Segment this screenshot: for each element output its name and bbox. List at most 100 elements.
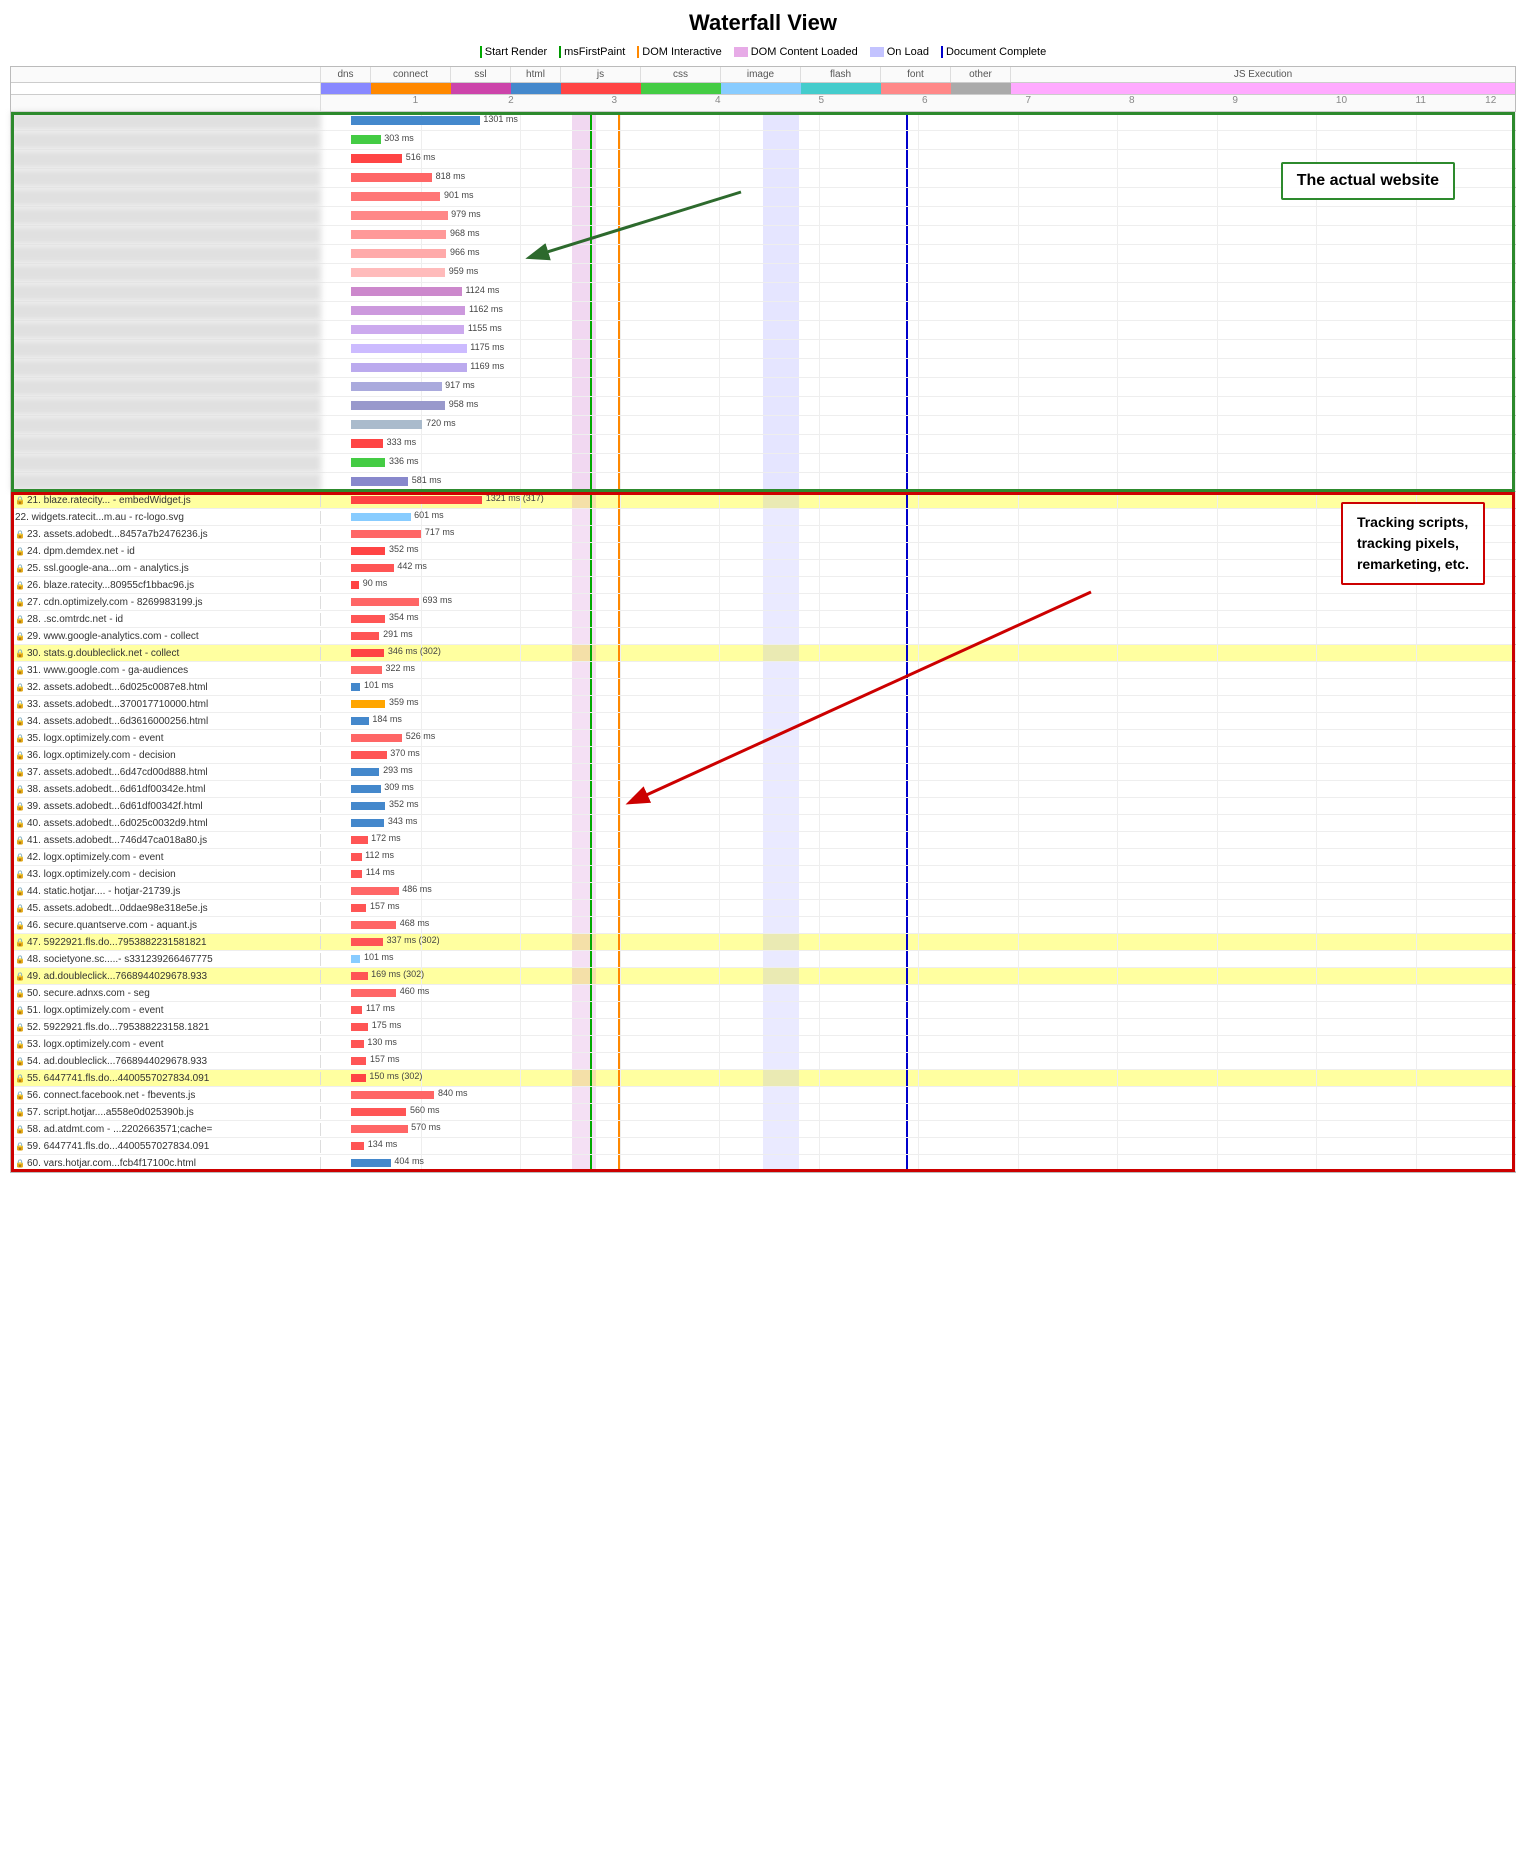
resource-bar [351,717,369,725]
bottom-row-name: 🔒34. assets.adobedt...6d3616000256.html [11,715,321,728]
top-row-10: 1162 ms [11,302,1515,321]
bottom-row-name: 🔒28. .sc.omtrdc.net - id [11,613,321,626]
bottom-row-name: 🔒24. dpm.demdex.net - id [11,545,321,558]
bottom-row-name: 🔒35. logx.optimizely.com - event [11,732,321,745]
bottom-row-39: 🔒60. vars.hotjar.com...fcb4f17100c.html4… [11,1155,1515,1172]
lock-icon: 🔒 [15,530,25,539]
top-row-8: 959 ms [11,264,1515,283]
bar-ms-label: 322 ms [385,663,415,673]
resource-bar [351,1142,364,1150]
bottom-row-name: 🔒29. www.google-analytics.com - collect [11,630,321,643]
legend-document-complete: Document Complete [941,46,1046,58]
resource-bar [351,1057,367,1065]
bar [351,268,445,277]
bottom-row-2: 🔒23. assets.adobedt...8457a7b2476236.js7… [11,526,1515,543]
bottom-row-bar-area: 114 ms [321,866,1515,882]
bar [351,306,466,315]
annotation-website: The actual website [1281,162,1455,200]
lock-icon: 🔒 [15,802,25,811]
lock-icon: 🔒 [15,1142,25,1151]
lock-icon: 🔒 [15,734,25,743]
resource-bar [351,598,419,606]
lock-icon: 🔒 [15,496,25,505]
top-row-name-blurred [11,283,321,301]
bottom-row-name: 🔒57. script.hotjar....a558e0d025390b.js [11,1106,321,1119]
resource-bar [351,632,380,640]
resource-bar [351,547,386,555]
top-row-bar-area: 979 ms [321,207,1515,225]
top-row-name-blurred [11,378,321,396]
ms-label: 1175 ms [470,342,504,352]
bottom-row-name: 🔒50. secure.adnxs.com - seg [11,987,321,1000]
bottom-row-bar-area: 157 ms [321,1053,1515,1069]
bar [351,344,467,353]
bottom-row-name: 🔒38. assets.adobedt...6d61df00342e.html [11,783,321,796]
top-row-name-blurred [11,321,321,339]
top-row-name-blurred [11,112,321,130]
bottom-row-17: 🔒38. assets.adobedt...6d61df00342e.html3… [11,781,1515,798]
type-js: js [561,67,641,82]
bottom-row-bar-area: 337 ms (302) [321,934,1515,950]
bar-ms-label: 343 ms [388,816,418,826]
bar [351,439,383,448]
bottom-row-name: 🔒58. ad.atdmt.com - ...2202663571;cache= [11,1123,321,1136]
bottom-row-bar-area: 693 ms [321,594,1515,610]
type-connect: connect [371,67,451,82]
bottom-row-bar-area: 442 ms [321,560,1515,576]
bottom-row-5: 🔒26. blaze.ratecity...80955cf1bbac96.js9… [11,577,1515,594]
lock-icon: 🔒 [15,1159,25,1168]
bar-ms-label: 840 ms [438,1088,468,1098]
color-bar-name-spacer [11,83,321,94]
bottom-row-name: 🔒32. assets.adobedt...6d025c0087e8.html [11,681,321,694]
bar [351,458,386,467]
lock-icon: 🔒 [15,1006,25,1015]
ms-label: 581 ms [412,475,442,485]
bottom-row-name: 🔒55. 6447741.fls.do...4400557027834.091 [11,1072,321,1085]
bottom-row-25: 🔒46. secure.quantserve.com - aquant.js46… [11,917,1515,934]
bottom-row-bar-area: 293 ms [321,764,1515,780]
js-exec-color [1011,83,1515,94]
bar [351,173,432,182]
bottom-row-name: 🔒47. 5922921.fls.do...7953882231581821 [11,936,321,949]
lock-icon: 🔒 [15,1040,25,1049]
type-color-bar [11,83,1515,95]
bottom-row-bar-area: 343 ms [321,815,1515,831]
bottom-row-33: 🔒54. ad.doubleclick...7668944029678.9331… [11,1053,1515,1070]
bottom-row-3: 🔒24. dpm.demdex.net - id352 ms [11,543,1515,560]
top-row-16: 720 ms [11,416,1515,435]
bottom-row-name: 🔒44. static.hotjar.... - hotjar-21739.js [11,885,321,898]
grid-num-12: 12 [1485,95,1496,106]
type-other: other [951,67,1011,82]
top-row-bar-area: 1175 ms [321,340,1515,358]
bar-ms-label: 130 ms [367,1037,397,1047]
bottom-row-9: 🔒30. stats.g.doubleclick.net - collect34… [11,645,1515,662]
top-row-bar-area: 958 ms [321,397,1515,415]
lock-icon: 🔒 [15,785,25,794]
type-js-execution: JS Execution [1011,67,1515,82]
top-row-name-blurred [11,435,321,453]
lock-icon: 🔒 [15,1125,25,1134]
lock-icon: 🔒 [15,819,25,828]
bottom-row-38: 🔒59. 6447741.fls.do...4400557027834.0911… [11,1138,1515,1155]
type-font: font [881,67,951,82]
bottom-row-19: 🔒40. assets.adobedt...6d025c0032d9.html3… [11,815,1515,832]
grid-num-1: 1 [413,95,419,106]
bar-ms-label: 117 ms [366,1003,395,1013]
bottom-row-bar-area: 169 ms (302) [321,968,1515,984]
top-row-name-blurred [11,150,321,168]
bottom-row-bar-area: 291 ms [321,628,1515,644]
resource-bar [351,955,361,963]
bottom-row-bar-area: 309 ms [321,781,1515,797]
bottom-row-bar-area: 184 ms [321,713,1515,729]
bottom-row-23: 🔒44. static.hotjar.... - hotjar-21739.js… [11,883,1515,900]
bar-ms-label: 560 ms [410,1105,440,1115]
bar-ms-label: 486 ms [402,884,432,894]
legend-start-render: Start Render [480,46,547,58]
bar-ms-label: 169 ms (302) [371,969,424,979]
resource-bar [351,768,380,776]
bar-ms-label: 442 ms [397,561,427,571]
bottom-row-26: 🔒47. 5922921.fls.do...795388223158182133… [11,934,1515,951]
lock-icon: 🔒 [15,751,25,760]
top-row-bar-area: 333 ms [321,435,1515,453]
bar [351,135,381,144]
